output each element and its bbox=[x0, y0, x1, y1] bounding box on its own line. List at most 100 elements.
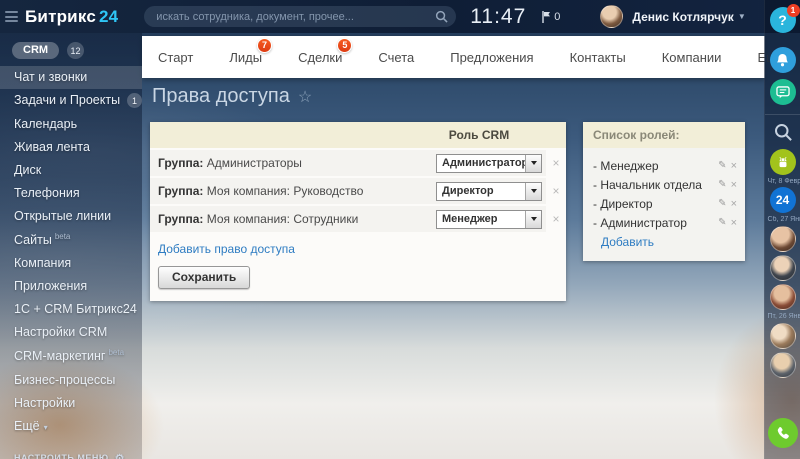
avatar[interactable] bbox=[770, 352, 796, 378]
sidebar-item-crm-marketing[interactable]: CRM-маркетингbeta bbox=[0, 344, 142, 368]
crm-pill[interactable]: CRM bbox=[12, 42, 59, 59]
sidebar-item-apps[interactable]: Приложения bbox=[0, 275, 142, 298]
nav-item-invoices[interactable]: Счета bbox=[378, 50, 414, 65]
list-item: - Менеджер ✎ × bbox=[593, 156, 737, 175]
sidebar-item-calendar[interactable]: Календарь bbox=[0, 113, 142, 136]
add-role-link[interactable]: Добавить bbox=[601, 235, 654, 249]
rail-search-icon[interactable] bbox=[773, 122, 793, 142]
sidebar-item-feed[interactable]: Живая лента bbox=[0, 136, 142, 159]
sidebar-item-1c-crm[interactable]: 1С + CRM Битрикс24 bbox=[0, 298, 142, 321]
clock[interactable]: 11:47 bbox=[470, 5, 526, 29]
page-title: Права доступа ☆ bbox=[152, 85, 312, 108]
hamburger-menu-icon[interactable] bbox=[5, 11, 18, 22]
role-select[interactable]: Директор bbox=[436, 182, 542, 201]
logo[interactable]: Битрикс24 bbox=[25, 7, 118, 27]
flag-counter[interactable]: 0 bbox=[542, 11, 560, 23]
group-label: Группа: bbox=[158, 156, 203, 170]
crm-navbar: Старт Лиды7 Сделки5 Счета Предложения Ко… bbox=[142, 36, 765, 78]
avatar[interactable] bbox=[770, 226, 796, 252]
deals-count-badge: 5 bbox=[337, 38, 352, 53]
select-dropdown-button[interactable] bbox=[525, 211, 541, 228]
nav-item-deals[interactable]: Сделки5 bbox=[298, 50, 342, 65]
flag-icon bbox=[542, 11, 551, 23]
search-icon[interactable] bbox=[435, 10, 448, 23]
notifications-bell-button[interactable] bbox=[770, 47, 796, 73]
sidebar-item-disk[interactable]: Диск bbox=[0, 159, 142, 182]
search-input[interactable] bbox=[156, 11, 435, 23]
flag-count: 0 bbox=[554, 11, 560, 23]
configure-menu-button[interactable]: НАСТРОИТЬ МЕНЮ ⚙ bbox=[0, 448, 142, 459]
list-item: - Администратор ✎ × bbox=[593, 213, 737, 232]
sidebar-item-settings[interactable]: Настройки bbox=[0, 392, 142, 415]
edit-pencil-icon[interactable]: ✎ bbox=[718, 179, 726, 190]
leads-count-badge: 7 bbox=[257, 38, 272, 53]
remove-row-button[interactable]: × bbox=[546, 150, 566, 176]
save-button[interactable]: Сохранить bbox=[158, 266, 250, 289]
user-avatar[interactable] bbox=[600, 5, 623, 28]
edit-pencil-icon[interactable]: ✎ bbox=[718, 217, 726, 228]
sidebar-item-sites[interactable]: Сайтыbeta bbox=[0, 228, 142, 252]
nav-item-contacts[interactable]: Контакты bbox=[570, 50, 626, 65]
nav-item-companies[interactable]: Компании bbox=[662, 50, 722, 65]
tasks-count-badge: 1 bbox=[127, 93, 142, 108]
global-search[interactable] bbox=[144, 6, 456, 27]
group-label: Группа: bbox=[158, 184, 203, 198]
rail-date-label: Пт, 26 Янва bbox=[765, 313, 800, 320]
roles-list-panel: Список ролей: - Менеджер ✎ × - Начальник… bbox=[583, 122, 745, 261]
logo-brand: Битрикс bbox=[25, 7, 96, 26]
edit-pencil-icon[interactable]: ✎ bbox=[718, 198, 726, 209]
nav-item-quotes[interactable]: Предложения bbox=[450, 50, 533, 65]
sidebar-item-chat[interactable]: Чат и звонки bbox=[0, 66, 142, 89]
sidebar-item-openlines[interactable]: Открытые линии bbox=[0, 205, 142, 228]
remove-row-button[interactable]: × bbox=[546, 206, 566, 232]
calendar-date-badge[interactable]: 24 bbox=[770, 187, 796, 213]
select-dropdown-button[interactable] bbox=[525, 183, 541, 200]
sidebar-item-more[interactable]: Ещё▾ bbox=[0, 415, 142, 438]
delete-x-icon[interactable]: × bbox=[731, 179, 737, 191]
topbar: Битрикс24 11:47 0 Денис Котлярчук ▼ bbox=[0, 0, 800, 33]
column-header-role-crm: Роль CRM bbox=[416, 128, 566, 142]
sidebar-item-tasks[interactable]: Задачи и Проекты1 bbox=[0, 89, 142, 113]
rail-date-label: Сб, 27 Янв bbox=[765, 216, 800, 223]
remove-row-button[interactable]: × bbox=[546, 178, 566, 204]
messenger-button[interactable] bbox=[770, 79, 796, 105]
logo-suffix: 24 bbox=[99, 7, 118, 26]
call-button[interactable] bbox=[768, 418, 798, 448]
gear-icon: ⚙ bbox=[115, 452, 125, 459]
help-notification-badge: 1 bbox=[787, 4, 800, 17]
crm-section-row: CRM 12 bbox=[0, 33, 142, 66]
nav-item-leads[interactable]: Лиды7 bbox=[229, 50, 262, 65]
delete-x-icon[interactable]: × bbox=[731, 160, 737, 172]
select-dropdown-button[interactable] bbox=[525, 155, 541, 172]
avatar[interactable] bbox=[770, 255, 796, 281]
user-name[interactable]: Денис Котлярчук bbox=[632, 10, 733, 24]
table-header-row: Роль CRM bbox=[150, 122, 566, 148]
user-menu-caret-icon[interactable]: ▼ bbox=[738, 12, 746, 21]
chat-lines-icon bbox=[776, 86, 790, 99]
table-row: Группа: Моя компания: Сотрудники Менедже… bbox=[150, 206, 566, 232]
group-name: Администраторы bbox=[207, 156, 302, 170]
list-item: - Директор ✎ × bbox=[593, 194, 737, 213]
sidebar-item-crm-settings[interactable]: Настройки CRM bbox=[0, 321, 142, 344]
group-label: Группа: bbox=[158, 212, 203, 226]
delete-x-icon[interactable]: × bbox=[731, 217, 737, 229]
sidebar-item-telephony[interactable]: Телефония bbox=[0, 182, 142, 205]
help-button[interactable]: ? 1 bbox=[770, 7, 796, 33]
role-select[interactable]: Менеджер bbox=[436, 210, 542, 229]
android-robot-icon bbox=[776, 156, 790, 169]
nav-item-start[interactable]: Старт bbox=[158, 50, 193, 65]
beta-label: beta bbox=[108, 348, 124, 357]
delete-x-icon[interactable]: × bbox=[731, 198, 737, 210]
sidebar-item-bizproc[interactable]: Бизнес-процессы bbox=[0, 369, 142, 392]
rail-divider bbox=[765, 114, 800, 115]
edit-pencil-icon[interactable]: ✎ bbox=[718, 160, 726, 171]
sidebar-item-company[interactable]: Компания bbox=[0, 252, 142, 275]
add-access-right-link[interactable]: Добавить право доступа bbox=[158, 242, 295, 256]
crm-count-badge[interactable]: 12 bbox=[67, 42, 84, 59]
favorite-star-icon[interactable]: ☆ bbox=[298, 87, 312, 107]
mobile-app-button[interactable] bbox=[770, 149, 796, 175]
right-rail: ? 1 Чт, 8 Февра 24 Сб, 27 Янв bbox=[764, 0, 800, 459]
avatar[interactable] bbox=[770, 323, 796, 349]
role-select[interactable]: Администратор bbox=[436, 154, 542, 173]
avatar[interactable] bbox=[770, 284, 796, 310]
